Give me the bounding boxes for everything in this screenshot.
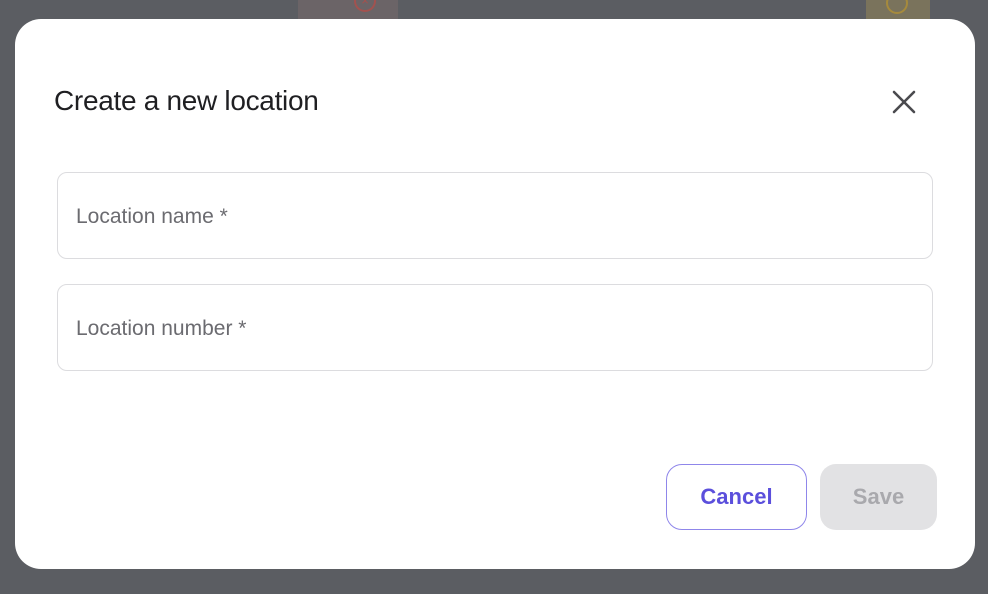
pending-icon (886, 0, 908, 14)
close-icon (892, 90, 916, 114)
dialog-title: Create a new location (54, 85, 319, 116)
location-number-field[interactable]: Location number * (57, 284, 933, 371)
location-name-label: Location name * (76, 205, 228, 228)
cancel-button[interactable]: Cancel (666, 464, 807, 530)
save-button[interactable]: Save (820, 464, 937, 530)
close-button[interactable] (887, 85, 921, 119)
create-location-dialog: Create a new location Location name * Lo… (15, 19, 975, 569)
location-name-field[interactable]: Location name * (57, 172, 933, 259)
error-icon: × (354, 0, 376, 12)
location-number-label: Location number * (76, 317, 247, 340)
